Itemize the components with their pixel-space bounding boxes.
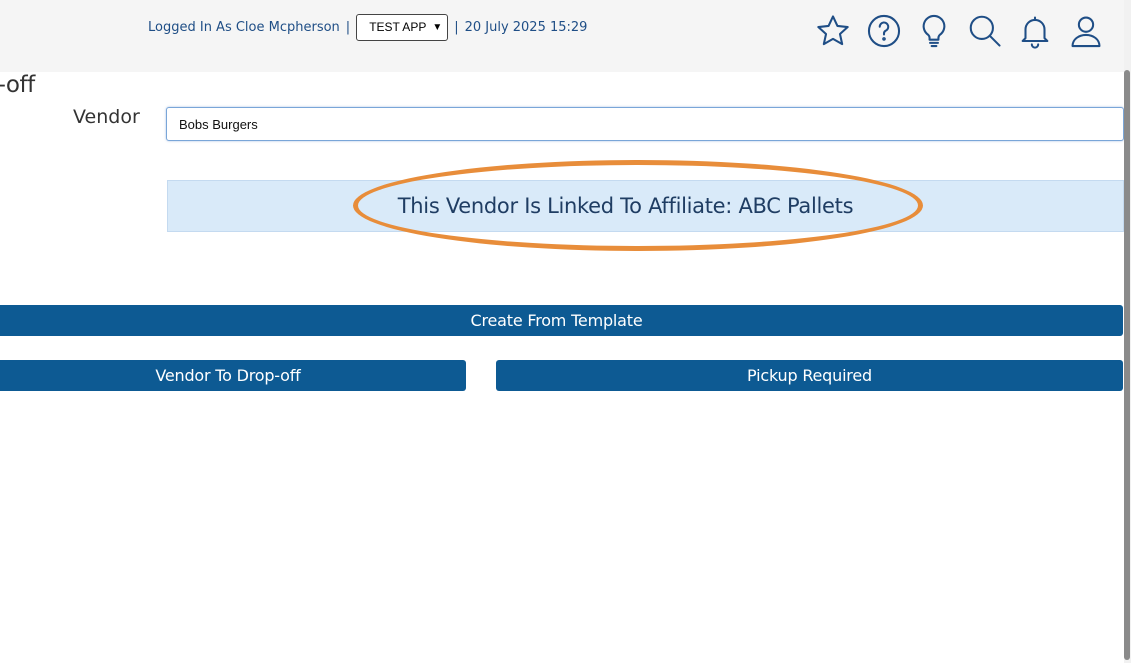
top-bar: Logged In As Cloe Mcpherson | TEST APP ▼…: [0, 0, 1131, 72]
section-title: op-off: [0, 72, 35, 98]
logged-in-text: Logged In As Cloe Mcpherson: [148, 19, 340, 35]
app-selector-value: TEST APP: [369, 20, 427, 34]
user-icon[interactable]: [1061, 10, 1112, 52]
app-selector[interactable]: TEST APP ▼: [356, 13, 449, 41]
help-icon[interactable]: [859, 10, 910, 52]
scrollbar[interactable]: [1124, 0, 1131, 663]
bell-icon[interactable]: [1010, 10, 1061, 52]
header-icons: [808, 10, 1111, 52]
login-info: Logged In As Cloe Mcpherson | TEST APP ▼…: [148, 13, 588, 41]
chevron-down-icon: ▼: [432, 21, 443, 33]
create-from-template-button[interactable]: Create From Template: [0, 305, 1123, 336]
lightbulb-icon[interactable]: [909, 10, 960, 52]
affiliate-info-banner: This Vendor Is Linked To Affiliate: ABC …: [167, 180, 1124, 232]
vendor-to-dropoff-button[interactable]: Vendor To Drop-off: [0, 360, 466, 391]
star-icon[interactable]: [808, 10, 859, 52]
vendor-input[interactable]: [166, 107, 1124, 141]
affiliate-info-text: This Vendor Is Linked To Affiliate: ABC …: [397, 194, 854, 218]
scrollbar-thumb[interactable]: [1124, 70, 1130, 660]
separator: |: [345, 19, 351, 35]
search-icon[interactable]: [960, 10, 1011, 52]
vendor-label: Vendor: [73, 106, 140, 128]
pickup-required-button[interactable]: Pickup Required: [496, 360, 1123, 391]
datetime: 20 July 2025 15:29: [464, 19, 588, 35]
separator: |: [454, 19, 459, 35]
